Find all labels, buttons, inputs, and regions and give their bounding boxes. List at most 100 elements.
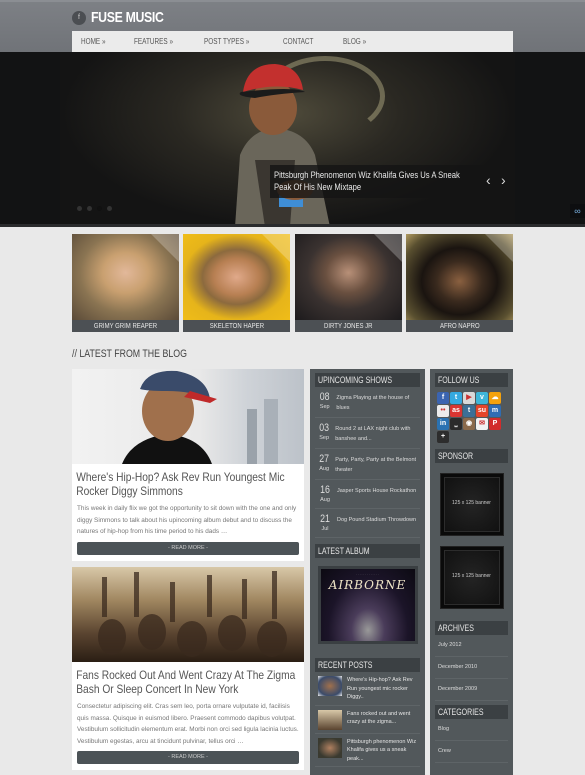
show-title[interactable]: Dog Pound Stadium Throwdown	[337, 514, 416, 533]
slide-dot[interactable]	[107, 206, 112, 211]
post-image[interactable]	[72, 369, 304, 464]
tumblr-icon[interactable]: t	[463, 405, 475, 417]
archive-link[interactable]: December 2009	[435, 679, 508, 701]
sponsor-heading: SPONSOR	[438, 451, 474, 461]
show-item[interactable]: 03 Sep Round 2 at LAX night club with ban…	[315, 418, 420, 449]
recent-post-item[interactable]: Pittsburgh phenomenon Wiz Khalifa gives …	[315, 734, 420, 767]
artist-card[interactable]: SKELETON HAPER	[183, 234, 291, 332]
recent-post-title[interactable]: Where's Hip-hop? Ask Rev Run youngest mi…	[347, 676, 420, 702]
nav-home[interactable]: HOME »	[81, 37, 106, 46]
archive-link[interactable]: July 2012	[435, 635, 508, 657]
artist-photo	[405, 234, 513, 320]
widget-heading: LATEST ALBUM	[315, 544, 420, 558]
show-day: 16	[320, 484, 330, 496]
show-day: 21	[320, 513, 330, 525]
flickr-icon[interactable]: ••	[437, 405, 449, 417]
sponsor-banner[interactable]: 125 x 125 banner	[439, 473, 504, 536]
nav-blog[interactable]: BLOG »	[343, 37, 366, 46]
show-item[interactable]: 08 Sep Zigma Playing at the house of blue…	[315, 387, 420, 418]
category-link[interactable]: Blog	[435, 719, 508, 741]
slider-pagination	[77, 206, 117, 211]
artist-name: DIRTY JONES JR	[323, 321, 373, 330]
banner-text: 125 x 125 banner	[443, 477, 500, 532]
recent-post-thumb	[318, 709, 342, 730]
widget-heading: SPONSOR	[435, 449, 508, 463]
show-date: 03 Sep	[318, 423, 330, 444]
banner-text: 125 x 125 banner	[443, 550, 500, 605]
instagram-icon[interactable]: ◉	[463, 418, 475, 430]
lastfm-icon[interactable]: as	[450, 405, 462, 417]
show-title[interactable]: Round 2 at LAX night club with banshee a…	[335, 423, 420, 444]
categories-heading: CATEGORIES	[438, 707, 484, 717]
nav-post-types[interactable]: POST TYPES »	[204, 37, 249, 46]
show-item[interactable]: 27 Aug Party, Party, Party at the Belmont…	[315, 449, 420, 480]
linkedin-icon[interactable]: in	[437, 418, 449, 430]
site-title[interactable]: FUSE MUSIC	[91, 9, 164, 26]
vimeo-icon[interactable]: v	[476, 392, 488, 404]
album-cover[interactable]: · · · · · · · · · · · · · AIRBORNE	[317, 566, 418, 644]
post-title[interactable]: Where's Hip-Hop? Ask Rev Run Youngest Mi…	[72, 464, 302, 498]
album-credit: · · · · · · · · · · · · ·	[356, 572, 379, 576]
read-more-button[interactable]: - READ MORE -	[77, 751, 299, 764]
blog-section-heading: // LATEST FROM THE BLOG	[72, 348, 187, 360]
pinterest-icon[interactable]: P	[489, 418, 501, 430]
show-month: Sep	[319, 435, 330, 441]
show-item[interactable]: 21 Jul Dog Pound Stadium Throwdown	[315, 509, 420, 538]
slide-dot[interactable]	[87, 206, 92, 211]
post-title[interactable]: Fans Rocked Out And Went Crazy At The Zi…	[72, 662, 302, 696]
nav-contact[interactable]: CONTACT	[283, 37, 313, 46]
hero-slider[interactable]: Pittsburgh Phenomenon Wiz Khalifa Gives …	[0, 52, 585, 227]
recent-post-title[interactable]: Pittsburgh phenomenon Wiz Khalifa gives …	[347, 738, 420, 764]
show-month: Aug	[319, 466, 330, 472]
social-icons: f t ▶ v ☁ •• as t su m in ⎵ ◉ ✉ P +	[437, 392, 513, 443]
recent-posts-list: Where's Hip-hop? Ask Rev Run youngest mi…	[310, 672, 425, 767]
category-link[interactable]: Crew	[435, 741, 508, 763]
slide-dot-active[interactable]	[97, 206, 102, 211]
artist-name: SKELETON HAPER	[209, 321, 264, 330]
facebook-icon[interactable]: f	[437, 392, 449, 404]
show-day: 03	[319, 422, 330, 434]
digg-icon[interactable]: ⎵	[450, 418, 462, 430]
show-item[interactable]: 16 Aug Jasper Sports House Rockathon	[315, 480, 420, 509]
show-title[interactable]: Zigma Playing at the house of blues	[336, 392, 420, 413]
email-icon[interactable]: ✉	[476, 418, 488, 430]
archive-link[interactable]: December 2010	[435, 657, 508, 679]
main-nav: HOME » FEATURES » POST TYPES » CONTACT B…	[72, 31, 513, 52]
show-date: 21 Jul	[318, 514, 332, 533]
artist-card[interactable]: GRIMY GRIM REAPER	[72, 234, 179, 332]
slide-caption-box: Pittsburgh Phenomenon Wiz Khalifa Gives …	[270, 165, 512, 198]
stumbleupon-icon[interactable]: su	[476, 405, 488, 417]
artist-photo	[183, 234, 291, 320]
googleplus-icon[interactable]: +	[437, 431, 449, 443]
show-date: 08 Sep	[318, 392, 331, 413]
chevron-left-icon[interactable]: ‹	[486, 173, 491, 187]
artist-card[interactable]: AFRO NAPRO	[405, 234, 513, 332]
recent-post-item[interactable]: Fans rocked out and went crazy at the zi…	[315, 706, 420, 734]
youtube-icon[interactable]: ▶	[463, 392, 475, 404]
nav-features[interactable]: FEATURES »	[134, 37, 173, 46]
show-date: 16 Aug	[318, 485, 332, 504]
read-more-button[interactable]: - READ MORE -	[77, 541, 299, 555]
twitter-icon[interactable]: t	[450, 392, 462, 404]
soundcloud-icon[interactable]: ☁	[489, 392, 501, 404]
show-month: Jul	[321, 526, 329, 532]
artist-card[interactable]: DIRTY JONES JR	[294, 234, 402, 332]
chevron-right-icon[interactable]: ›	[501, 173, 506, 187]
blog-post: Where's Hip-Hop? Ask Rev Run Youngest Mi…	[72, 369, 304, 561]
sponsor-banner[interactable]: 125 x 125 banner	[439, 546, 504, 609]
myspace-icon[interactable]: m	[489, 405, 501, 417]
link-icon[interactable]: ∞	[570, 204, 585, 218]
post-image[interactable]	[72, 567, 304, 662]
recent-post-title[interactable]: Fans rocked out and went crazy at the zi…	[347, 710, 420, 730]
site-logo[interactable]: f FUSE MUSIC	[72, 9, 180, 26]
categories-list: Blog Crew	[430, 719, 513, 763]
archives-list: July 2012 December 2010 December 2009	[430, 635, 513, 701]
show-title[interactable]: Jasper Sports House Rockathon	[337, 485, 416, 504]
artist-name: AFRO NAPRO	[439, 321, 480, 330]
album-heading: LATEST ALBUM	[318, 546, 370, 556]
show-title[interactable]: Party, Party, Party at the Belmont theat…	[335, 454, 420, 475]
recent-post-item[interactable]: Where's Hip-hop? Ask Rev Run youngest mi…	[315, 672, 420, 706]
album-title: AIRBORNE	[328, 578, 407, 592]
slide-caption[interactable]: Pittsburgh Phenomenon Wiz Khalifa Gives …	[274, 169, 470, 193]
slide-dot[interactable]	[77, 206, 82, 211]
